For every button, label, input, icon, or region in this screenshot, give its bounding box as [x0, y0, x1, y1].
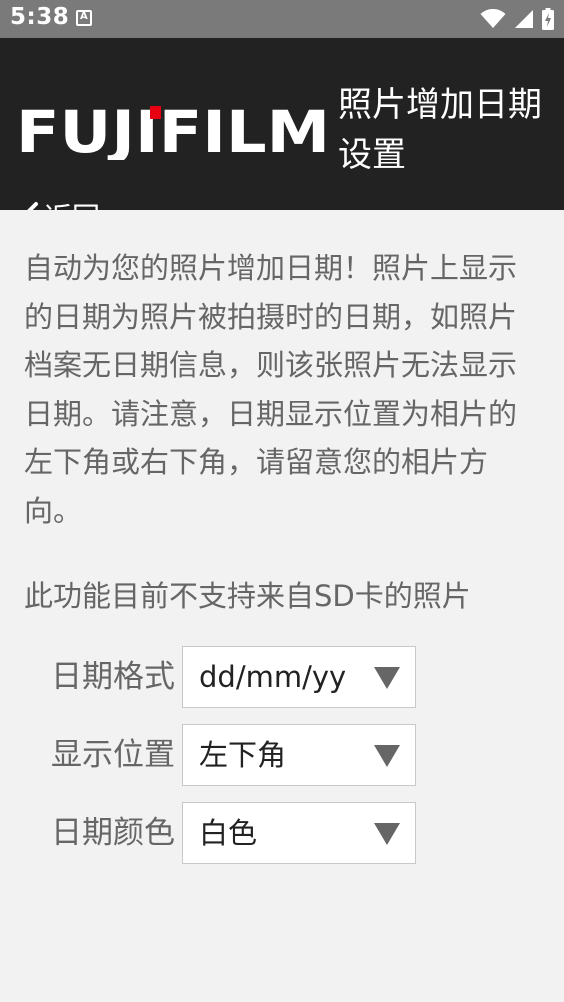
- dropdown-arrow-icon: [374, 667, 400, 689]
- app-header: FUJIFILM 照片增加日期设置 返回: [0, 38, 564, 234]
- page-title: 照片增加日期设置: [338, 85, 542, 175]
- sd-card-note: 此功能目前不支持来自SD卡的照片: [24, 579, 471, 613]
- setting-row-date-format: 日期格式 dd/mm/yy: [0, 646, 564, 710]
- description-text: 自动为您的照片增加日期！照片上显示的日期为照片被拍摄时的日期，如照片档案无日期信…: [24, 251, 518, 528]
- date-format-label: 日期格式: [51, 659, 175, 695]
- dropdown-arrow-icon: [374, 823, 400, 845]
- date-color-select[interactable]: 白色: [182, 802, 416, 864]
- fujifilm-logo: FUJIFILM: [16, 102, 330, 160]
- logo-accent-mark: [150, 106, 161, 119]
- setting-row-position: 显示位置 左下角: [0, 724, 564, 788]
- date-format-value: dd/mm/yy: [199, 660, 347, 694]
- status-time: 5:38: [10, 4, 70, 30]
- position-value: 左下角: [199, 738, 287, 772]
- dropdown-arrow-icon: [374, 745, 400, 767]
- logo-text: FUJIFILM: [16, 102, 330, 160]
- date-color-value: 白色: [199, 816, 258, 850]
- wifi-icon: [480, 9, 506, 28]
- status-icons: [480, 7, 554, 31]
- position-select[interactable]: 左下角: [182, 724, 416, 786]
- setting-row-date-color: 日期颜色 白色: [0, 802, 564, 866]
- signal-icon: [515, 10, 533, 28]
- notification-icon: [76, 10, 92, 26]
- content-area: 自动为您的照片增加日期！照片上显示的日期为照片被拍摄时的日期，如照片档案无日期信…: [0, 210, 564, 1002]
- battery-icon: [542, 8, 554, 30]
- date-color-label: 日期颜色: [51, 815, 175, 851]
- position-label: 显示位置: [51, 737, 175, 773]
- date-format-select[interactable]: dd/mm/yy: [182, 646, 416, 708]
- status-bar: 5:38: [0, 0, 564, 38]
